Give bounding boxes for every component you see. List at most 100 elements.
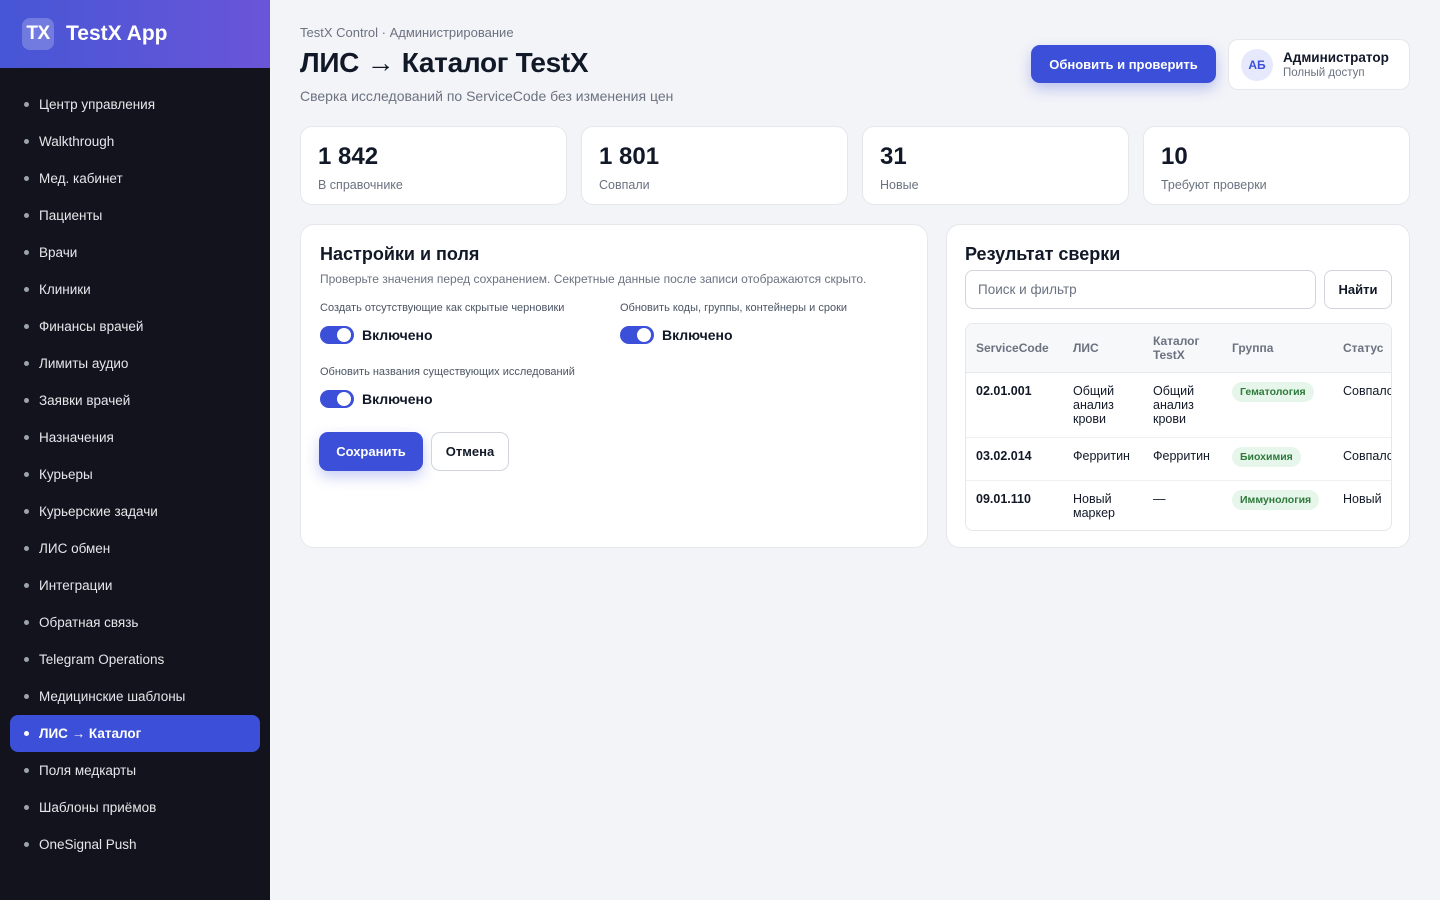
save-button[interactable]: Сохранить [319, 432, 423, 471]
toggle-state: Включено [362, 327, 433, 343]
stat-card-in-directory: 1 842 В справочнике [300, 126, 567, 205]
toggle-knob [337, 392, 351, 406]
field-update-codes: Обновить коды, группы, контейнеры и срок… [620, 302, 847, 344]
toggle-switch[interactable] [620, 326, 654, 344]
sidebar-item-label: Поля медкарты [39, 763, 137, 778]
dot-icon [24, 694, 29, 699]
sidebar-item-label: Лимиты аудио [39, 356, 129, 371]
cell-catalog: Общий анализ крови [1143, 372, 1222, 438]
sidebar-item-lis-catalog[interactable]: ЛИС → Каталог [10, 715, 260, 752]
sidebar-item-label: Центр управления [39, 97, 156, 112]
table-header-row: ServiceCode ЛИС Каталог TestX Группа Ста… [966, 324, 1391, 373]
sidebar-item-label: Интеграции [39, 578, 113, 593]
sidebar-item-visit-templates[interactable]: Шаблоны приёмов [10, 789, 260, 826]
dot-icon [24, 731, 29, 736]
dot-icon [24, 583, 29, 588]
dot-icon [24, 213, 29, 218]
refresh-and-check-button[interactable]: Обновить и проверить [1031, 45, 1216, 83]
column-header[interactable]: Статус [1333, 324, 1391, 373]
sidebar-item-label: ЛИС обмен [39, 541, 111, 556]
user-card[interactable]: АБ Администратор Полный доступ [1228, 39, 1410, 90]
sidebar-item-label: Финансы врачей [39, 319, 144, 334]
toggle-knob [637, 328, 651, 342]
cancel-button[interactable]: Отмена [431, 432, 509, 471]
settings-description: Проверьте значения перед сохранением. Се… [320, 272, 867, 286]
sidebar-item-doctors[interactable]: Врачи [10, 234, 260, 271]
cell-lis: Ферритин [1063, 437, 1143, 481]
user-name: Администратор [1283, 50, 1389, 65]
sidebar-item-audio-limits[interactable]: Лимиты аудио [10, 345, 260, 382]
toggle-state: Включено [662, 327, 733, 343]
app-logo: TX [22, 18, 54, 50]
dot-icon [24, 509, 29, 514]
dot-icon [24, 546, 29, 551]
sidebar-nav: Центр управления Walkthrough Мед. кабине… [0, 68, 270, 863]
sidebar-item-feedback[interactable]: Обратная связь [10, 604, 260, 641]
sidebar-item-control-center[interactable]: Центр управления [10, 86, 260, 123]
sidebar-item-label: Заявки врачей [39, 393, 131, 408]
sidebar-item-couriers[interactable]: Курьеры [10, 456, 260, 493]
dot-icon [24, 435, 29, 440]
sidebar: TX TestX App Центр управления Walkthroug… [0, 0, 270, 900]
settings-title: Настройки и поля [320, 244, 480, 264]
toggle-switch[interactable] [320, 390, 354, 408]
sidebar-item-clinics[interactable]: Клиники [10, 271, 260, 308]
sidebar-item-integrations[interactable]: Интеграции [10, 567, 260, 604]
column-header[interactable]: Группа [1222, 324, 1333, 373]
table-row[interactable]: 03.02.014 Ферритин Ферритин Биохимия Сов… [966, 437, 1391, 481]
find-button[interactable]: Найти [1324, 270, 1392, 309]
sidebar-item-walkthrough[interactable]: Walkthrough [10, 123, 260, 160]
cell-lis: Новый маркер [1073, 491, 1116, 520]
column-header[interactable]: ЛИС [1063, 324, 1143, 373]
field-label: Обновить коды, группы, контейнеры и срок… [620, 302, 848, 314]
result-table: ServiceCode ЛИС Каталог TestX Группа Ста… [966, 324, 1391, 530]
toggle-update-names[interactable]: Включено [320, 390, 575, 408]
table-row[interactable]: 09.01.110 Новый маркер — Иммунология Нов… [966, 480, 1391, 530]
cell-service-code: 03.02.014 [966, 437, 1063, 481]
result-table-container[interactable]: ServiceCode ЛИС Каталог TestX Группа Ста… [965, 323, 1392, 531]
stat-card-new: 31 Новые [862, 126, 1129, 205]
page-subtitle: Сверка исследований по ServiceCode без и… [300, 88, 674, 104]
toggle-update-codes[interactable]: Включено [620, 326, 847, 344]
field-create-drafts: Создать отсутствующие как скрытые чернов… [320, 302, 564, 344]
dot-icon [24, 805, 29, 810]
search-input[interactable] [965, 270, 1316, 309]
sidebar-item-lis-exchange[interactable]: ЛИС обмен [10, 530, 260, 567]
dot-icon [24, 176, 29, 181]
sidebar-item-label: Курьерские задачи [39, 504, 158, 519]
result-title: Результат сверки [965, 244, 1121, 264]
sidebar-item-label: Шаблоны приёмов [39, 800, 157, 815]
cell-group: Иммунология [1222, 480, 1333, 530]
sidebar-item-med-office[interactable]: Мед. кабинет [10, 160, 260, 197]
sidebar-item-appointments[interactable]: Назначения [10, 419, 260, 456]
toggle-create-drafts[interactable]: Включено [320, 326, 564, 344]
sidebar-item-telegram-operations[interactable]: Telegram Operations [10, 641, 260, 678]
sidebar-item-medcard-fields[interactable]: Поля медкарты [10, 752, 260, 789]
sidebar-item-courier-tasks[interactable]: Курьерские задачи [10, 493, 260, 530]
sidebar-item-label: Медицинские шаблоны [39, 689, 186, 704]
toggle-knob [337, 328, 351, 342]
stat-label: Требуют проверки [1161, 178, 1267, 192]
stat-label: В справочнике [318, 178, 403, 192]
sidebar-item-label: Клиники [39, 282, 91, 297]
sidebar-item-medical-templates[interactable]: Медицинские шаблоны [10, 678, 260, 715]
sidebar-item-onesignal-push[interactable]: OneSignal Push [10, 826, 260, 863]
stat-value: 31 [880, 143, 907, 170]
sidebar-item-doctor-requests[interactable]: Заявки врачей [10, 382, 260, 419]
column-header[interactable]: ServiceCode [966, 324, 1063, 373]
dot-icon [24, 324, 29, 329]
dot-icon [24, 250, 29, 255]
stat-label: Новые [880, 178, 919, 192]
dot-icon [24, 842, 29, 847]
dot-icon [24, 139, 29, 144]
cell-status: Совпало [1333, 437, 1391, 481]
stat-label: Совпали [599, 178, 650, 192]
stat-card-needs-review: 10 Требуют проверки [1143, 126, 1410, 205]
toggle-switch[interactable] [320, 326, 354, 344]
brand-header[interactable]: TX TestX App [0, 0, 270, 68]
sidebar-item-doctor-finance[interactable]: Финансы врачей [10, 308, 260, 345]
column-header[interactable]: Каталог TestX [1143, 324, 1222, 373]
sidebar-item-patients[interactable]: Пациенты [10, 197, 260, 234]
table-row[interactable]: 02.01.001 Общий анализ крови Общий анали… [966, 372, 1391, 438]
settings-panel: Настройки и поля Проверьте значения пере… [300, 224, 928, 548]
